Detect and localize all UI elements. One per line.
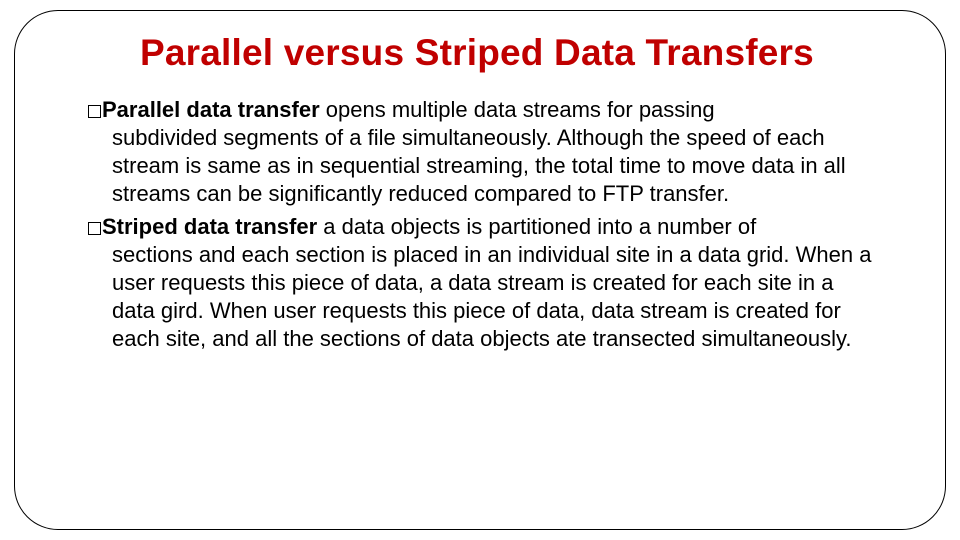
square-bullet-icon <box>88 222 101 235</box>
square-bullet-icon <box>88 105 101 118</box>
bullet-lead: Parallel data transfer <box>102 97 320 122</box>
slide-title: Parallel versus Striped Data Transfers <box>140 32 920 74</box>
bullet-lead: Striped data transfer <box>102 214 317 239</box>
bullet-text-first-line: opens multiple data streams for passing <box>320 97 715 122</box>
slide: Parallel versus Striped Data Transfers P… <box>0 0 960 540</box>
bullet-item: Striped data transfer a data objects is … <box>88 213 882 354</box>
bullet-text-first-line: a data objects is partitioned into a num… <box>317 214 756 239</box>
bullet-text-cont: subdivided segments of a file simultaneo… <box>112 124 882 208</box>
slide-body: Parallel data transfer opens multiple da… <box>88 96 882 353</box>
bullet-item: Parallel data transfer opens multiple da… <box>88 96 882 209</box>
bullet-text-cont: sections and each section is placed in a… <box>112 241 882 354</box>
